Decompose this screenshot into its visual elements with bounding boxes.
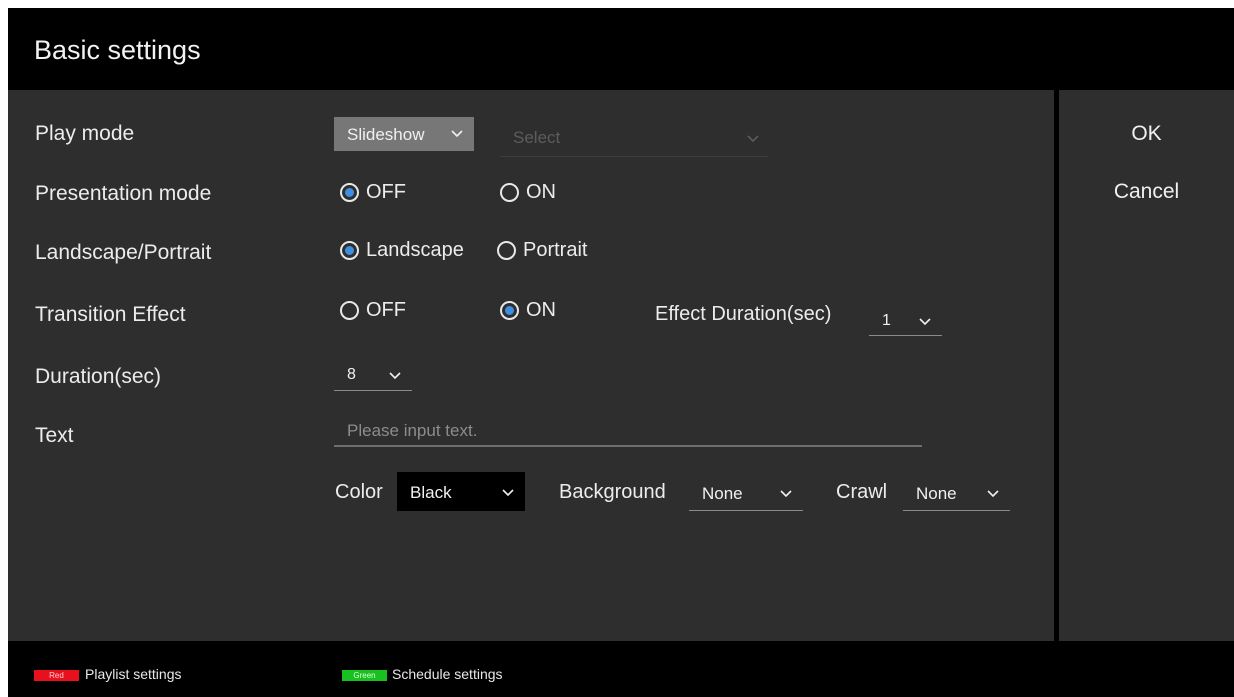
radio-unselected-icon bbox=[497, 241, 516, 260]
presentation-on-label: ON bbox=[526, 181, 556, 203]
transition-on-label: ON bbox=[526, 299, 556, 321]
settings-window: Basic settings Play mode Slideshow Selec… bbox=[8, 8, 1234, 697]
play-mode-dropdown[interactable]: Slideshow bbox=[334, 117, 474, 151]
portrait-label: Portrait bbox=[523, 239, 588, 261]
transition-off-label: OFF bbox=[366, 299, 406, 321]
footer-bar: Red Playlist settings Green Schedule set… bbox=[8, 641, 1234, 697]
chevron-down-icon bbox=[450, 126, 464, 140]
presentation-mode-label: Presentation mode bbox=[35, 182, 212, 205]
chevron-down-icon bbox=[986, 486, 1000, 500]
crawl-label: Crawl bbox=[836, 481, 888, 503]
background-dropdown[interactable]: None bbox=[689, 479, 803, 511]
radio-selected-icon bbox=[340, 241, 359, 260]
cancel-button[interactable]: Cancel bbox=[1059, 180, 1234, 204]
color-label: Color bbox=[335, 481, 383, 503]
ok-button[interactable]: OK bbox=[1059, 122, 1234, 146]
play-content-placeholder: Select bbox=[513, 128, 561, 147]
effect-duration-label: Effect Duration(sec) bbox=[655, 303, 832, 325]
radio-selected-icon bbox=[500, 301, 519, 320]
background-label: Background bbox=[559, 481, 666, 503]
schedule-settings-link[interactable]: Schedule settings bbox=[392, 666, 503, 682]
chevron-down-icon bbox=[388, 368, 402, 382]
color-value: Black bbox=[410, 483, 452, 502]
background-value: None bbox=[702, 484, 743, 503]
chevron-down-icon bbox=[779, 486, 793, 500]
duration-value: 8 bbox=[347, 366, 356, 383]
landscape-radio[interactable]: Landscape bbox=[340, 239, 464, 262]
chevron-down-icon bbox=[918, 314, 932, 328]
text-input[interactable]: Please input text. bbox=[334, 414, 922, 447]
red-key-badge: Red bbox=[34, 670, 79, 681]
radio-unselected-icon bbox=[340, 301, 359, 320]
page-title: Basic settings bbox=[34, 35, 201, 65]
transition-off-radio[interactable]: OFF bbox=[340, 299, 406, 322]
play-mode-label: Play mode bbox=[35, 122, 135, 145]
radio-unselected-icon bbox=[500, 183, 519, 202]
chevron-down-icon bbox=[746, 131, 760, 145]
title-bar: Basic settings bbox=[8, 8, 1234, 90]
transition-effect-label: Transition Effect bbox=[35, 303, 186, 326]
side-menu: OK Cancel bbox=[1059, 90, 1234, 641]
settings-panel: Play mode Slideshow Select Presentation … bbox=[8, 90, 1054, 641]
radio-selected-icon bbox=[340, 183, 359, 202]
chevron-down-icon bbox=[501, 485, 515, 499]
duration-dropdown[interactable]: 8 bbox=[334, 360, 412, 391]
crawl-dropdown[interactable]: None bbox=[903, 479, 1010, 511]
crawl-value: None bbox=[916, 484, 957, 503]
portrait-radio[interactable]: Portrait bbox=[497, 239, 587, 262]
green-key-badge: Green bbox=[342, 670, 387, 681]
playlist-settings-link[interactable]: Playlist settings bbox=[85, 666, 181, 682]
landscape-label: Landscape bbox=[366, 239, 464, 261]
presentation-off-radio[interactable]: OFF bbox=[340, 181, 406, 204]
play-mode-value: Slideshow bbox=[347, 125, 425, 144]
duration-label: Duration(sec) bbox=[35, 365, 162, 388]
text-label: Text bbox=[35, 424, 74, 447]
effect-duration-dropdown[interactable]: 1 bbox=[869, 305, 942, 336]
orientation-label: Landscape/Portrait bbox=[35, 241, 212, 264]
effect-duration-value: 1 bbox=[882, 312, 891, 329]
play-content-select[interactable]: Select bbox=[500, 119, 768, 157]
text-input-placeholder: Please input text. bbox=[347, 421, 478, 440]
presentation-on-radio[interactable]: ON bbox=[500, 181, 556, 204]
color-dropdown[interactable]: Black bbox=[397, 472, 525, 511]
transition-on-radio[interactable]: ON bbox=[500, 299, 556, 322]
presentation-off-label: OFF bbox=[366, 181, 406, 203]
